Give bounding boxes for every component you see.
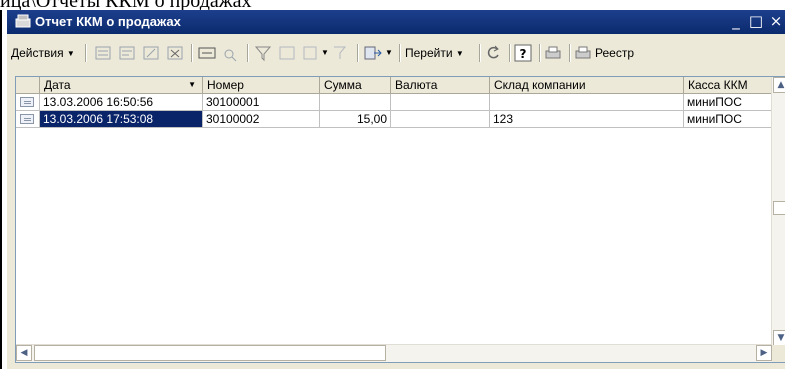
- actions-menu[interactable]: Действия ▼: [11, 43, 75, 63]
- app-icon: [15, 14, 31, 28]
- window-title: Отчет ККМ о продажах: [35, 14, 181, 29]
- left-border: [0, 10, 2, 369]
- find-icon[interactable]: [221, 43, 241, 63]
- print-icon[interactable]: [543, 43, 563, 63]
- row-icon-cell: [16, 111, 40, 128]
- registry-button[interactable]: Реестр: [595, 43, 634, 63]
- close-icon[interactable]: ×: [767, 12, 785, 30]
- toolbar-separator: [509, 44, 511, 62]
- row-doc-icon: [20, 114, 34, 124]
- vertical-scrollbar[interactable]: ▲ ▼: [771, 77, 785, 346]
- toolbar-separator: [479, 44, 481, 62]
- scroll-right-icon[interactable]: ▶: [756, 345, 772, 361]
- cell-warehouse[interactable]: [490, 94, 684, 111]
- column-header-label: Дата: [44, 78, 71, 92]
- title-bar[interactable]: Отчет ККМ о продажах _ □ ×: [7, 10, 785, 34]
- column-header-kassa[interactable]: Касса ККМ: [684, 77, 772, 93]
- cell-date[interactable]: 13.03.2006 16:50:56: [40, 94, 203, 111]
- scroll-thumb[interactable]: [773, 201, 785, 215]
- row-doc-icon: [20, 97, 34, 107]
- cell-date[interactable]: 13.03.2006 17:53:08: [40, 111, 203, 128]
- horizontal-scroll-thumb[interactable]: [34, 345, 386, 361]
- dropdown-arrow-icon[interactable]: ▼: [385, 43, 393, 63]
- column-header-currency[interactable]: Валюта: [391, 77, 490, 93]
- table-row-selected[interactable]: 13.03.2006 17:53:08 30100002 15,00 123 м…: [16, 111, 772, 128]
- actions-label: Действия: [11, 46, 64, 60]
- cell-currency[interactable]: [391, 94, 490, 111]
- cell-currency[interactable]: [391, 111, 490, 128]
- cell-warehouse[interactable]: 123: [490, 111, 684, 128]
- dropdown-arrow-icon: ▼: [66, 48, 75, 58]
- fit-columns-icon[interactable]: [197, 43, 217, 63]
- toolbar-separator: [357, 44, 359, 62]
- svg-text:?: ?: [520, 47, 527, 61]
- column-header-date[interactable]: Дата ▼: [40, 77, 203, 93]
- cell-sum[interactable]: [320, 94, 391, 111]
- help-icon[interactable]: ?: [513, 43, 533, 63]
- toolbar-separator: [191, 44, 193, 62]
- toolbar-separator: [85, 44, 87, 62]
- table-row[interactable]: 13.03.2006 16:50:56 30100001 миниПОС: [16, 94, 772, 111]
- cell-number[interactable]: 30100001: [203, 94, 320, 111]
- toolbar: Действия ▼ ▼ ▼ Перейти ▼ ? Реестр: [7, 36, 785, 68]
- based-on-icon[interactable]: [363, 43, 383, 63]
- cell-kassa[interactable]: миниПОС: [684, 111, 772, 128]
- document-caption: ица\Отчеты ККМ о продажах: [0, 0, 252, 12]
- registry-print-icon: [575, 46, 591, 59]
- sort-arrow-icon: ▼: [188, 80, 196, 89]
- toolbar-separator: [247, 44, 249, 62]
- horizontal-scrollbar[interactable]: ◀ ▶: [16, 344, 772, 362]
- dropdown-arrow-icon[interactable]: ▼: [321, 43, 329, 63]
- documents-table[interactable]: Дата ▼ Номер Сумма Валюта Склад компании…: [15, 76, 785, 363]
- column-header-warehouse[interactable]: Склад компании: [490, 77, 684, 93]
- goto-label: Перейти: [405, 46, 453, 60]
- filter-by-value-icon[interactable]: [277, 43, 297, 63]
- edit-row-icon[interactable]: [141, 43, 161, 63]
- goto-menu[interactable]: Перейти ▼: [405, 43, 464, 63]
- toolbar-separator: [569, 44, 571, 62]
- header-icon-column: [16, 77, 40, 93]
- refresh-icon[interactable]: [483, 43, 503, 63]
- minimize-icon[interactable]: _: [727, 12, 745, 30]
- clear-filter-icon[interactable]: [331, 43, 351, 63]
- scroll-up-icon[interactable]: ▲: [773, 77, 785, 93]
- dropdown-arrow-icon: ▼: [455, 48, 464, 58]
- scroll-corner: [772, 345, 785, 362]
- add-row-icon[interactable]: [93, 43, 113, 63]
- toolbar-separator: [539, 44, 541, 62]
- row-icon-cell: [16, 94, 40, 111]
- report-window: Отчет ККМ о продажах _ □ × Действия ▼ ▼ …: [7, 10, 785, 369]
- column-header-number[interactable]: Номер: [203, 77, 320, 93]
- column-header-sum[interactable]: Сумма: [320, 77, 391, 93]
- maximize-icon[interactable]: □: [747, 12, 765, 30]
- delete-row-icon[interactable]: [165, 43, 185, 63]
- filter-history-icon[interactable]: [301, 43, 321, 63]
- cell-kassa[interactable]: миниПОС: [684, 94, 772, 111]
- scroll-left-icon[interactable]: ◀: [16, 345, 32, 361]
- filter-icon[interactable]: [253, 43, 273, 63]
- cell-number[interactable]: 30100002: [203, 111, 320, 128]
- cell-sum[interactable]: 15,00: [320, 111, 391, 128]
- toolbar-separator: [399, 44, 401, 62]
- scroll-down-icon[interactable]: ▼: [773, 330, 785, 346]
- copy-row-icon[interactable]: [117, 43, 137, 63]
- table-header: Дата ▼ Номер Сумма Валюта Склад компании…: [16, 77, 772, 94]
